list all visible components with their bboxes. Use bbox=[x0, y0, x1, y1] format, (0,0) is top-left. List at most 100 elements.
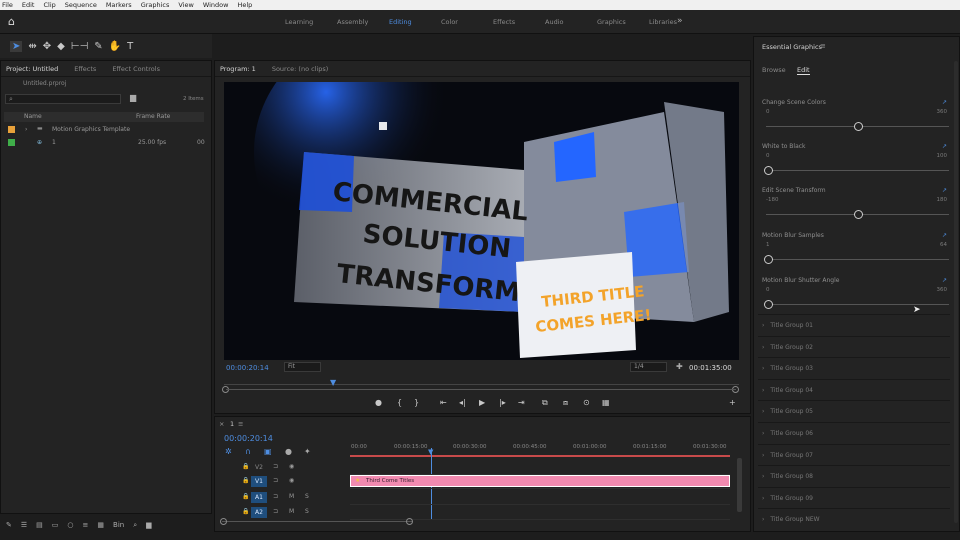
timeline-zoom-handle-right[interactable] bbox=[406, 518, 413, 525]
step-back-icon[interactable]: ◂| bbox=[459, 398, 466, 407]
track-lock-icon[interactable]: 🔒 bbox=[242, 463, 249, 470]
group-row[interactable]: › Title Group 01 bbox=[758, 314, 950, 335]
razor-icon[interactable]: ◆ bbox=[57, 41, 65, 52]
workspace-tab-color[interactable]: Color bbox=[441, 18, 493, 26]
track-eye-icon[interactable]: M bbox=[289, 493, 294, 500]
new-item-icon[interactable]: ▆ bbox=[146, 521, 151, 529]
menu-item-file[interactable]: File bbox=[2, 1, 13, 9]
compare-icon[interactable]: ▦ bbox=[602, 398, 610, 407]
more-workspaces-icon[interactable]: » bbox=[677, 16, 683, 26]
mark-in-icon[interactable]: { bbox=[397, 398, 402, 407]
slip-icon[interactable]: ⊢⊣ bbox=[71, 41, 88, 52]
tab-project[interactable]: Project: Untitled bbox=[6, 65, 58, 73]
track-lock-icon[interactable]: 🔒 bbox=[242, 477, 249, 484]
keyframe-icon[interactable]: ↗ bbox=[942, 99, 947, 106]
playback-resolution-select[interactable]: 1/4 bbox=[630, 362, 667, 372]
track-eye-icon[interactable]: ◉ bbox=[289, 477, 294, 484]
zoom-slider-icon[interactable]: ○ bbox=[67, 521, 73, 529]
add-marker-icon[interactable]: ● bbox=[375, 398, 382, 407]
program-video-frame[interactable]: COMMERCIAL SOLUTION TRANSFORM THIRD TITL… bbox=[224, 82, 739, 360]
param-slider-track[interactable] bbox=[766, 259, 949, 260]
group-row[interactable]: › Title Group 08 bbox=[758, 465, 950, 486]
keyframe-icon[interactable]: ↗ bbox=[942, 143, 947, 150]
mark-out-icon[interactable]: } bbox=[414, 398, 419, 407]
label-color-swatch[interactable] bbox=[8, 139, 15, 146]
param-slider-knob[interactable] bbox=[764, 255, 773, 264]
param-slider-knob[interactable] bbox=[854, 210, 863, 219]
param-slider-track[interactable] bbox=[766, 170, 949, 171]
play-icon[interactable]: ▶ bbox=[479, 398, 485, 407]
track-label-v1[interactable]: V1 bbox=[251, 476, 267, 487]
track-eye-icon[interactable]: ◉ bbox=[289, 463, 294, 470]
wrench-icon[interactable]: ✚ bbox=[676, 362, 683, 371]
add-marker-icon[interactable]: ● bbox=[285, 447, 292, 456]
project-search-input[interactable]: ⌕ bbox=[5, 94, 121, 104]
track-solo-icon[interactable]: S bbox=[305, 493, 309, 500]
group-row[interactable]: › Title Group 07 bbox=[758, 443, 950, 465]
workspace-tab-learning[interactable]: Learning bbox=[285, 18, 337, 26]
workspace-tab-assembly[interactable]: Assembly bbox=[337, 18, 389, 26]
chevron-right-icon[interactable]: › bbox=[762, 387, 764, 394]
track-sync-icon[interactable]: ⊐ bbox=[273, 508, 278, 515]
panel-menu-icon[interactable]: ≡ bbox=[238, 420, 243, 428]
track-sync-icon[interactable]: ⊐ bbox=[273, 463, 278, 470]
button-editor-icon[interactable]: + bbox=[729, 398, 736, 407]
chevron-right-icon[interactable]: › bbox=[762, 516, 764, 523]
chevron-right-icon[interactable]: › bbox=[25, 126, 27, 133]
menu-item-sequence[interactable]: Sequence bbox=[65, 1, 97, 9]
group-row[interactable]: › Title Group 02 bbox=[758, 335, 950, 357]
program-playhead[interactable]: ▼ bbox=[330, 378, 336, 387]
panel-title[interactable]: Essential Graphics bbox=[762, 43, 822, 51]
track-lane[interactable] bbox=[350, 504, 730, 505]
tab-sequence[interactable]: 1 bbox=[230, 420, 234, 428]
chevron-right-icon[interactable]: › bbox=[762, 452, 764, 459]
chevron-right-icon[interactable]: › bbox=[762, 408, 764, 415]
list-item[interactable]: › ▬ Motion Graphics Template bbox=[4, 124, 204, 136]
label-color-swatch[interactable] bbox=[8, 126, 15, 133]
workspace-tab-audio[interactable]: Audio bbox=[545, 18, 597, 26]
lock-icon[interactable]: ✎ bbox=[6, 521, 12, 529]
step-forward-icon[interactable]: |▸ bbox=[499, 398, 506, 407]
param-slider-knob[interactable] bbox=[764, 300, 773, 309]
track-select-icon[interactable]: ⇹ bbox=[28, 41, 36, 52]
essential-graphics-scrollbar[interactable] bbox=[954, 61, 958, 523]
new-bin-icon[interactable]: ▆ bbox=[130, 93, 136, 102]
menu-item-help[interactable]: Help bbox=[237, 1, 252, 9]
list-view-icon[interactable]: ☰ bbox=[21, 521, 27, 529]
group-row[interactable]: › Title Group 05 bbox=[758, 400, 950, 421]
type-tool-icon[interactable]: T bbox=[127, 41, 133, 52]
workspace-tab-libraries[interactable]: Libraries bbox=[649, 18, 701, 26]
track-eye-icon[interactable]: M bbox=[289, 508, 294, 515]
go-to-out-icon[interactable]: ⇥ bbox=[518, 398, 525, 407]
playhead-handle[interactable]: ▼ bbox=[428, 448, 433, 456]
param-slider-knob[interactable] bbox=[764, 166, 773, 175]
track-sync-icon[interactable]: ⊐ bbox=[273, 493, 278, 500]
group-row[interactable]: › Title Group NEW bbox=[758, 508, 950, 529]
chevron-right-icon[interactable]: › bbox=[762, 495, 764, 502]
zoom-fit-select[interactable]: Fit bbox=[284, 362, 321, 372]
param-slider-knob[interactable] bbox=[854, 122, 863, 131]
timeline-vertical-scrollbar[interactable] bbox=[737, 458, 742, 512]
chevron-right-icon[interactable]: › bbox=[762, 322, 764, 329]
extract-icon[interactable]: ⧈ bbox=[563, 398, 568, 408]
chevron-right-icon[interactable]: › bbox=[762, 365, 764, 372]
menu-item-view[interactable]: View bbox=[178, 1, 193, 9]
go-to-in-icon[interactable]: ⇤ bbox=[440, 398, 447, 407]
track-label-v2[interactable]: V2 bbox=[251, 462, 267, 473]
workspace-tab-editing[interactable]: Editing bbox=[389, 18, 441, 26]
chevron-right-icon[interactable]: › bbox=[762, 344, 764, 351]
menu-item-clip[interactable]: Clip bbox=[43, 1, 55, 9]
chevron-right-icon[interactable]: › bbox=[762, 430, 764, 437]
workspace-tab-graphics[interactable]: Graphics bbox=[597, 18, 649, 26]
timeline-horizontal-scrollbar[interactable] bbox=[222, 521, 412, 522]
track-label-a2[interactable]: A2 bbox=[251, 507, 267, 518]
panel-menu-icon[interactable]: ≡ bbox=[820, 42, 826, 50]
list-item[interactable]: ⊕ 1 25.00 fps 00 bbox=[4, 137, 205, 149]
timeline-close-icon[interactable]: × bbox=[219, 420, 224, 428]
menu-item-window[interactable]: Window bbox=[203, 1, 229, 9]
column-frame-rate[interactable]: Frame Rate bbox=[136, 113, 170, 120]
tab-effect-controls[interactable]: Effect Controls bbox=[112, 65, 160, 73]
snap-icon[interactable]: ∩ bbox=[245, 447, 251, 456]
chevron-right-icon[interactable]: › bbox=[762, 473, 764, 480]
tab-source[interactable]: Source: (no clips) bbox=[272, 65, 329, 73]
